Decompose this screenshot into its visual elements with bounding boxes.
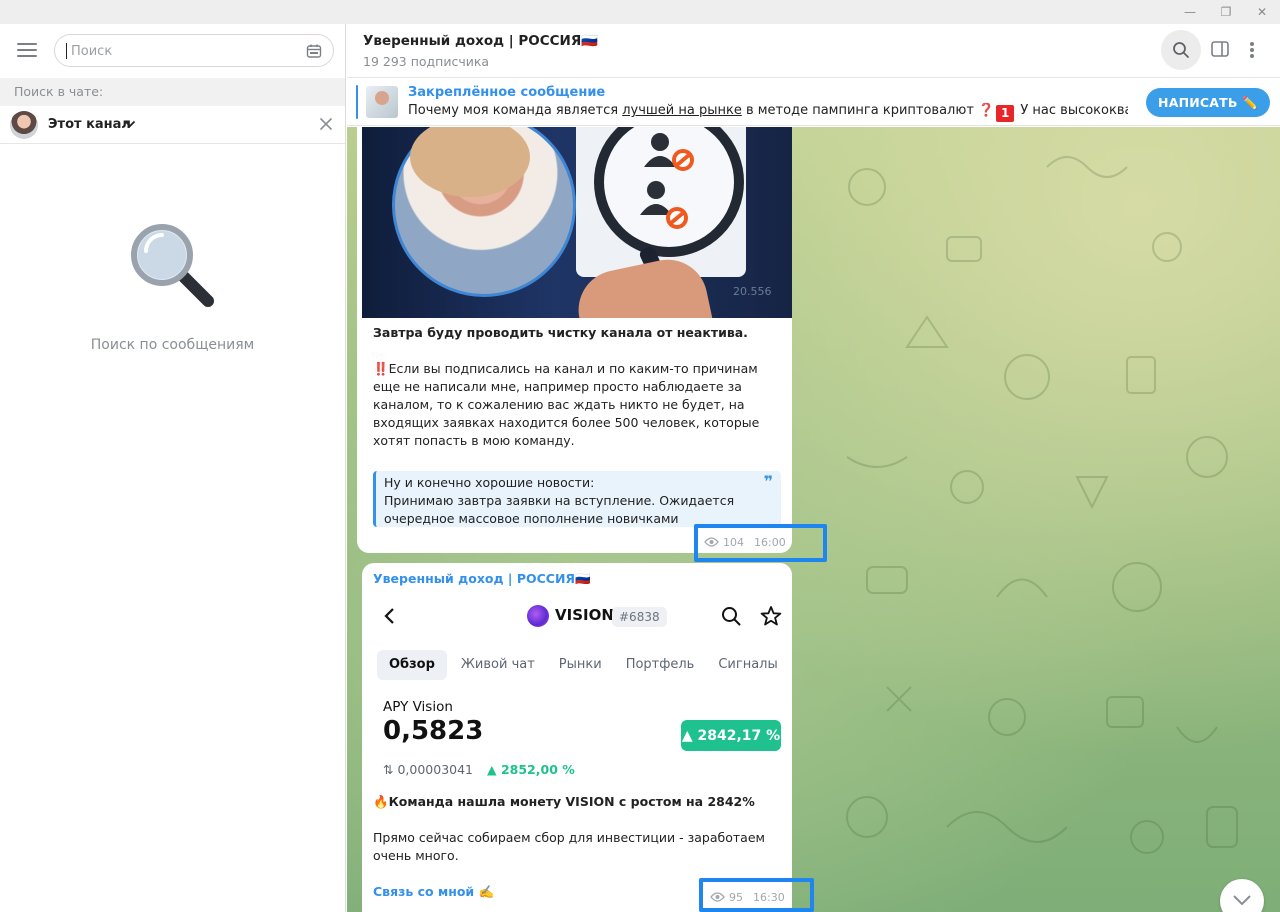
message-screenshot[interactable]: VISION #6838 Обзор Живой чат Рынки Портф… bbox=[367, 590, 792, 790]
write-button[interactable]: НАПИСАТЬ ✏️ bbox=[1146, 88, 1270, 117]
chat-filter-label: Этот канал bbox=[48, 117, 131, 132]
search-button[interactable] bbox=[1161, 30, 1201, 70]
message-body: ‼️Если вы подписались на канал и по каки… bbox=[373, 361, 760, 448]
scroll-down-icon bbox=[1233, 895, 1251, 906]
sidebar-panel-icon[interactable] bbox=[1211, 41, 1229, 57]
token-name: VISION bbox=[555, 606, 614, 624]
message-author[interactable]: Уверенный доход | РОССИЯ🇷🇺 bbox=[373, 571, 591, 587]
highlight-box bbox=[694, 524, 827, 562]
message-headline: Завтра буду проводить чистку канала от н… bbox=[373, 325, 748, 340]
avatar bbox=[10, 111, 38, 139]
minimize-button[interactable]: — bbox=[1172, 0, 1208, 24]
token-logo bbox=[527, 605, 549, 627]
message-quote: Ну и конечно хорошие новости: Принимаю з… bbox=[373, 471, 781, 527]
screenshot-tabs: Обзор Живой чат Рынки Портфель Сигналы I bbox=[377, 650, 792, 680]
price-value: 0,5823 bbox=[383, 716, 484, 746]
screenshot-tab: Обзор bbox=[377, 650, 447, 680]
photo-number-text: 20.556 bbox=[733, 285, 772, 298]
more-vertical-icon[interactable] bbox=[1249, 41, 1255, 59]
highlight-box bbox=[699, 878, 814, 912]
back-arrow-icon bbox=[384, 608, 394, 624]
message-headline: 🔥Команда нашла монету VISION с ростом на… bbox=[373, 794, 755, 809]
close-window-button[interactable]: ✕ bbox=[1244, 0, 1280, 24]
search-input[interactable] bbox=[71, 41, 291, 61]
pinned-preview-text: Почему моя команда является лучшей на ры… bbox=[408, 103, 1128, 122]
ban-icon bbox=[666, 207, 688, 229]
btc-price: ⇅ 0,00003041 bbox=[383, 762, 474, 777]
message-photo[interactable]: 20.556 bbox=[362, 127, 792, 318]
calendar-icon[interactable] bbox=[306, 43, 322, 59]
text-cursor bbox=[66, 43, 67, 59]
chat-filter[interactable]: Этот канал bbox=[0, 106, 345, 144]
screenshot-tab: Сигналы bbox=[718, 657, 778, 672]
message-bubble[interactable]: Уверенный доход | РОССИЯ🇷🇺 VISION #6838 … bbox=[362, 563, 792, 912]
screenshot-tab: Портфель bbox=[625, 657, 695, 672]
magnifier-emoji-icon bbox=[131, 224, 214, 307]
quote-line: Принимаю завтра заявки на вступление. Ож… bbox=[384, 493, 735, 526]
pinned-title: Закреплённое сообщение bbox=[408, 85, 606, 100]
search-in-chat-label: Поиск в чате: bbox=[0, 78, 345, 106]
chat-area: 20.556 Завтра буду проводить чистку кана… bbox=[347, 127, 1280, 912]
close-icon[interactable] bbox=[319, 117, 333, 131]
restore-button[interactable]: ❐ bbox=[1208, 0, 1244, 24]
quote-icon: ❞ bbox=[763, 472, 773, 491]
left-sidebar: Поиск в чате: Этот канал Поиск по сообще… bbox=[0, 24, 346, 912]
ban-icon bbox=[672, 149, 694, 171]
message-body: Прямо сейчас собираем сбор для инвестици… bbox=[373, 830, 765, 863]
quote-line: Ну и конечно хорошие новости: bbox=[384, 475, 595, 490]
change-badge: ▲ 2842,17 % bbox=[681, 720, 781, 751]
search-field[interactable] bbox=[54, 34, 334, 67]
menu-icon[interactable] bbox=[17, 43, 37, 57]
pinned-underlined-text: лучшей на рынке bbox=[622, 103, 742, 118]
keycap-one-icon: 1 bbox=[996, 105, 1015, 122]
screenshot-tab: Живой чат bbox=[460, 657, 535, 672]
rank-tag: #6838 bbox=[612, 607, 667, 627]
search-icon bbox=[722, 607, 741, 626]
pinned-thumbnail bbox=[366, 86, 398, 118]
subscriber-count: 19 293 подписчика bbox=[363, 54, 490, 69]
pinned-accent-line bbox=[356, 85, 358, 119]
contact-link[interactable]: Связь со мной ✍️ bbox=[373, 884, 494, 900]
chat-header: Уверенный доход | РОССИЯ🇷🇺 19 293 подпис… bbox=[347, 24, 1280, 78]
pair-label: APY Vision bbox=[383, 699, 453, 715]
message-bubble[interactable]: 20.556 Завтра буду проводить чистку кана… bbox=[357, 127, 792, 553]
window-titlebar: — ❐ ✕ bbox=[0, 0, 1280, 24]
btc-change: ▲ 2852,00 % bbox=[487, 762, 575, 777]
swap-icon: ⇅ bbox=[383, 762, 398, 777]
search-icon bbox=[1173, 42, 1189, 58]
channel-title[interactable]: Уверенный доход | РОССИЯ🇷🇺 bbox=[363, 33, 598, 49]
star-icon bbox=[760, 606, 782, 626]
empty-state-text: Поиск по сообщениям bbox=[90, 337, 255, 353]
pinned-message-bar[interactable]: Закреплённое сообщение Почему моя команд… bbox=[347, 79, 1280, 126]
chevron-down-icon[interactable] bbox=[124, 118, 136, 130]
screenshot-tab: Рынки bbox=[558, 657, 602, 672]
